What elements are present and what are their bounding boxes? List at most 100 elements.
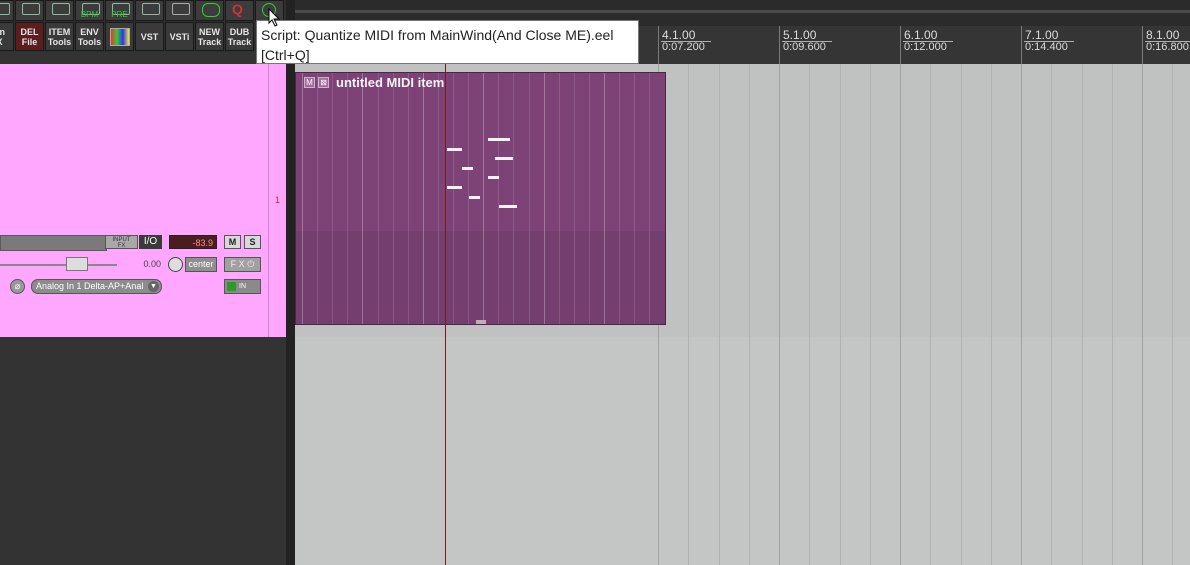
item-grid-line: [393, 73, 394, 324]
item-grid-line: [362, 73, 363, 324]
main-toolbar: BPM PRE Qon XDEL FileITEM ToolsENV Tools VS…: [0, 0, 290, 52]
grid-icon[interactable]: [165, 0, 194, 21]
tooltip-line-2: [Ctrl+Q]: [261, 47, 310, 63]
item-grid-line: [483, 73, 484, 324]
bar-grid-line: [1142, 64, 1143, 565]
time-label: 0:14.400: [1025, 41, 1068, 53]
midi-note[interactable]: [495, 157, 513, 160]
midi-note[interactable]: [488, 176, 499, 179]
item-grid-line: [332, 73, 333, 324]
grid-line: [749, 64, 750, 565]
volume-value: 0.00: [143, 259, 161, 269]
toolbar-button-color[interactable]: [105, 22, 134, 51]
midi-item-name: untitled MIDI item: [336, 75, 445, 90]
panel-divider[interactable]: [286, 0, 295, 565]
toolbar-button-dub-track[interactable]: DUB Track: [225, 22, 254, 51]
toolbar-button-del-file[interactable]: DEL File: [15, 22, 44, 51]
track-number: 1: [275, 195, 281, 205]
bar-grid-line: [1021, 64, 1022, 565]
fx-label: F X: [230, 259, 245, 269]
hand-icon[interactable]: [15, 0, 44, 21]
play-icon: [227, 282, 236, 291]
grid-line: [1051, 64, 1052, 565]
grid-line: [809, 64, 810, 565]
item-grid-line: [453, 73, 454, 324]
record-input-select[interactable]: Analog In 1 Delta-AP+Anal ▼: [31, 279, 162, 294]
mute-button[interactable]: M: [224, 235, 241, 249]
loop-icon[interactable]: [195, 0, 224, 21]
pre-roll-icon[interactable]: PRE: [105, 0, 134, 21]
metronome-icon[interactable]: [135, 0, 164, 21]
midi-note[interactable]: [499, 205, 517, 208]
volume-slider-handle[interactable]: [66, 257, 88, 271]
toolbar-button-item-tools[interactable]: ITEM Tools: [45, 22, 74, 51]
io-button[interactable]: I/O: [139, 235, 162, 249]
item-grid-line: [529, 73, 530, 324]
solo-button[interactable]: S: [244, 235, 261, 249]
midi-note[interactable]: [488, 138, 510, 141]
item-grid-line: [423, 73, 424, 324]
time-label: 0:12.000: [904, 41, 947, 53]
grid-line: [840, 64, 841, 565]
toolbar-button-env-tools[interactable]: ENV Tools: [75, 22, 104, 51]
grid-line: [719, 64, 720, 565]
item-grid-line: [302, 73, 303, 324]
pan-knob[interactable]: [168, 257, 183, 272]
measure-label: 6.1.00: [904, 28, 938, 42]
track-control-panel[interactable]: INPUT FX I/O -83.9 M S 0.00 center F X ⏻…: [0, 64, 268, 337]
record-input-label: Analog In 1 Delta-AP+Anal: [36, 281, 144, 291]
bpm-icon[interactable]: BPM: [75, 0, 104, 21]
midi-note[interactable]: [469, 196, 480, 199]
item-grid-line: [498, 73, 499, 324]
toolbar-icon-1[interactable]: [0, 0, 14, 21]
toolbar-button-on-x[interactable]: on X: [0, 22, 14, 51]
midi-note[interactable]: [447, 186, 462, 189]
midi-note[interactable]: [447, 148, 462, 151]
track-meter: -83.9: [169, 235, 217, 249]
measure-label: 8.1.00: [1146, 28, 1180, 42]
tooltip-line-1: Script: Quantize MIDI from MainWind(And …: [261, 27, 614, 43]
midi-note[interactable]: [462, 167, 473, 170]
volume-slider-track[interactable]: [0, 264, 117, 266]
power-icon: ⏻: [247, 259, 255, 269]
item-grid-line: [438, 73, 439, 324]
toolbar-button-new-track[interactable]: NEW Track: [195, 22, 224, 51]
quantize-q-icon[interactable]: Q: [225, 0, 254, 21]
track-color-strip[interactable]: 1: [268, 64, 286, 337]
item-lock-icon[interactable]: M: [304, 77, 315, 88]
grid-line: [1082, 64, 1083, 565]
measure-label: 7.1.00: [1025, 28, 1059, 42]
pan-value[interactable]: center: [185, 257, 217, 272]
measure-label: 5.1.00: [783, 28, 817, 42]
envelope-icon[interactable]: [45, 0, 74, 21]
item-grid-line: [513, 73, 514, 324]
item-resize-handle[interactable]: [476, 320, 486, 324]
item-grid-line: [559, 73, 560, 324]
color-palette-icon: [109, 27, 130, 46]
item-grid-line: [468, 73, 469, 324]
mouse-cursor-icon: [268, 8, 281, 27]
grid-line: [930, 64, 931, 565]
item-grid-line: [347, 73, 348, 324]
item-grid-line: [378, 73, 379, 324]
grid-line: [870, 64, 871, 565]
input-fx-button[interactable]: INPUT FX: [105, 235, 138, 249]
item-grid-line: [589, 73, 590, 324]
phase-icon[interactable]: ⌀: [10, 279, 25, 294]
monitor-label: IN: [239, 283, 246, 290]
bar-grid-line: [779, 64, 780, 565]
item-grid-line: [574, 73, 575, 324]
midi-item[interactable]: M ⊠ untitled MIDI item: [295, 72, 666, 325]
volume-fader[interactable]: [0, 235, 107, 251]
time-label: 0:09.600: [783, 41, 826, 53]
toolbar-button-vst[interactable]: VST: [135, 22, 164, 51]
grid-line: [961, 64, 962, 565]
chevron-down-icon: ▼: [148, 281, 159, 292]
record-monitor-button[interactable]: IN: [224, 279, 261, 294]
item-fx-icon[interactable]: ⊠: [318, 77, 329, 88]
toolbar-button-vsti[interactable]: VSTi: [165, 22, 194, 51]
tooltip: Script: Quantize MIDI from MainWind(And …: [256, 20, 639, 64]
toolbar-top-label: PRE: [111, 10, 128, 19]
fx-button[interactable]: F X ⏻: [224, 257, 261, 272]
time-label: 0:07.200: [662, 41, 705, 53]
